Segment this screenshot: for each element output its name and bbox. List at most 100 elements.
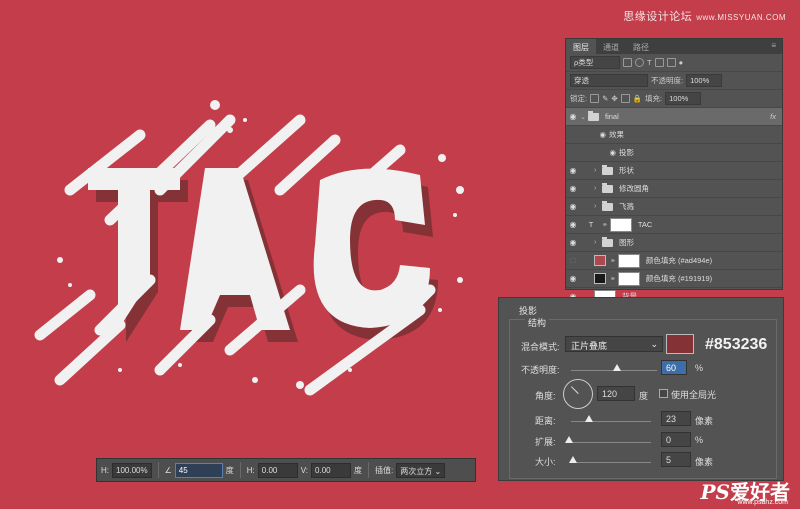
mask-thumbnail[interactable] — [609, 217, 632, 232]
chevron-right-icon[interactable]: › — [594, 203, 602, 210]
chevron-down-icon[interactable]: ⌄ — [580, 113, 588, 121]
eye-icon[interactable]: ◉ — [566, 112, 580, 121]
chevron-right-icon[interactable]: › — [594, 185, 602, 192]
link-icon[interactable]: ⚭ — [610, 257, 616, 265]
lock-artboard-icon[interactable] — [620, 94, 630, 103]
opacity-label: 不透明度: — [521, 365, 560, 375]
opacity-input[interactable]: 100% — [686, 74, 723, 87]
chevron-right-icon[interactable]: › — [594, 167, 602, 174]
angle-input[interactable]: 120 — [597, 386, 635, 401]
spread-slider-handle[interactable] — [565, 436, 573, 443]
opacity-slider-handle[interactable] — [613, 364, 621, 371]
link-icon[interactable]: ⚭ — [610, 275, 616, 283]
layer-round-corners[interactable]: ◉ › 修改圆角 — [566, 180, 782, 198]
eye-icon[interactable]: ◉ — [566, 274, 580, 283]
height-scale-input[interactable]: 100.00% — [112, 462, 152, 478]
fill-input[interactable]: 100% — [665, 92, 702, 105]
layer-final[interactable]: ◉ ⌄ final fx — [566, 108, 782, 126]
layer-fill-black[interactable]: ◉ ⚭ 颜色填充 (#191919) — [566, 270, 782, 288]
eye-icon[interactable]: ◉ — [580, 148, 616, 157]
link-icon[interactable]: ⚭ — [602, 221, 608, 229]
lock-move-icon[interactable]: ✥ — [611, 94, 617, 103]
v-skew-input[interactable]: 0.00 — [311, 462, 352, 478]
layer-effects[interactable]: ◉ 效果 — [566, 126, 782, 144]
spread-label: 扩展: — [535, 437, 556, 447]
watermark-bottom: PS爱好者 www.psahz.com — [701, 476, 790, 506]
layer-tac-text[interactable]: ◉ T ⚭ TAC — [566, 216, 782, 234]
pixel-filter-icon[interactable] — [623, 58, 632, 67]
mask-thumbnail[interactable] — [617, 271, 640, 286]
layer-name: 颜色填充 (#ad494e) — [645, 256, 713, 265]
opacity-label: 不透明度: — [651, 76, 684, 85]
mask-thumbnail[interactable] — [617, 253, 640, 268]
size-slider[interactable] — [571, 462, 651, 463]
eye-icon[interactable]: ◉ — [566, 202, 580, 211]
blend-mode-value: 正片叠底 — [571, 341, 608, 351]
adjust-filter-icon[interactable] — [635, 58, 644, 67]
spread-slider[interactable] — [571, 442, 651, 443]
color-swatch[interactable] — [594, 255, 606, 266]
tab-channels[interactable]: 通道 — [596, 39, 626, 54]
folder-icon — [602, 182, 613, 193]
text-layer-icon: T — [588, 220, 594, 229]
lock-paint-icon[interactable]: ✎ — [602, 94, 608, 103]
layer-name: 投影 — [619, 148, 634, 157]
layers-panel: 图层 通道 路径 ≡ ρ类型 T ● 穿透 不透明度: 100% 锁定: ✎ ✥… — [565, 38, 783, 306]
tab-paths[interactable]: 路径 — [626, 39, 656, 54]
layers-tabs: 图层 通道 路径 ≡ — [566, 39, 782, 54]
angle-dial[interactable] — [563, 379, 593, 409]
lock-transparent-icon[interactable] — [590, 94, 600, 103]
chevron-down-icon: ⌄ — [650, 339, 658, 349]
blend-mode-dropdown[interactable]: 正片叠底 ⌄ — [565, 336, 663, 352]
h-skew-input[interactable]: 0.00 — [257, 462, 298, 478]
height-label: H: — [101, 465, 109, 475]
folder-icon — [602, 236, 613, 247]
fx-icon[interactable]: fx — [770, 112, 776, 121]
eye-icon[interactable]: □ — [566, 256, 580, 265]
tac-artwork — [34, 100, 464, 396]
layer-name: 形状 — [619, 166, 634, 175]
distance-slider[interactable] — [571, 421, 651, 422]
layer-shape[interactable]: ◉ › 形状 — [566, 162, 782, 180]
color-swatch[interactable] — [594, 273, 606, 284]
layer-fill-red[interactable]: □ ⚭ 颜色填充 (#ad494e) — [566, 252, 782, 270]
opacity-input[interactable]: 60 — [661, 360, 687, 375]
filter-select[interactable]: ρ类型 — [570, 56, 620, 69]
global-light-checkbox[interactable] — [659, 389, 668, 398]
tab-layers[interactable]: 图层 — [566, 39, 596, 54]
layer-name: TAC — [637, 220, 653, 229]
smart-filter-icon[interactable] — [666, 58, 676, 67]
filter-toggle-icon[interactable]: ● — [679, 58, 684, 67]
shape-filter-icon[interactable] — [654, 58, 664, 67]
distance-input[interactable]: 23 — [661, 411, 691, 426]
chevron-right-icon[interactable]: › — [594, 239, 602, 246]
layer-name: 修改圆角 — [619, 184, 649, 193]
blend-mode-select[interactable]: 穿透 — [570, 74, 648, 87]
layer-graphic[interactable]: ◉ › 图形 — [566, 234, 782, 252]
eye-icon[interactable]: ◉ — [566, 184, 580, 193]
size-unit: 像素 — [695, 457, 714, 467]
eye-icon[interactable]: ◉ — [566, 238, 580, 247]
group-title: 结构 — [525, 316, 550, 329]
layer-drop-shadow[interactable]: ◉ 投影 — [566, 144, 782, 162]
eye-icon[interactable]: ◉ — [566, 166, 580, 175]
shadow-color-hex: #853236 — [705, 336, 768, 353]
eye-icon[interactable]: ◉ — [580, 130, 606, 139]
layer-splash[interactable]: ◉ › 飞溅 — [566, 198, 782, 216]
rotate-angle-input[interactable]: 45 — [174, 462, 223, 478]
panel-menu-icon[interactable]: ≡ — [765, 39, 782, 54]
folder-icon — [602, 164, 613, 175]
skew-unit: 度 — [354, 465, 363, 475]
size-slider-handle[interactable] — [569, 456, 577, 463]
interpolation-select[interactable]: 两次立方 ⌄ — [396, 462, 446, 478]
eye-icon[interactable]: ◉ — [566, 220, 580, 229]
distance-slider-handle[interactable] — [585, 415, 593, 422]
chevron-down-icon: ⌄ — [434, 466, 442, 476]
global-light-label: 使用全局光 — [671, 390, 717, 400]
shadow-color-swatch[interactable] — [666, 334, 694, 354]
size-input[interactable]: 5 — [661, 452, 691, 467]
lock-all-icon[interactable]: 🔒 — [633, 94, 642, 103]
text-filter-icon[interactable]: T — [647, 58, 652, 67]
spread-input[interactable]: 0 — [661, 432, 691, 447]
watermark-site: www.MISSYUAN.COM — [696, 13, 786, 22]
